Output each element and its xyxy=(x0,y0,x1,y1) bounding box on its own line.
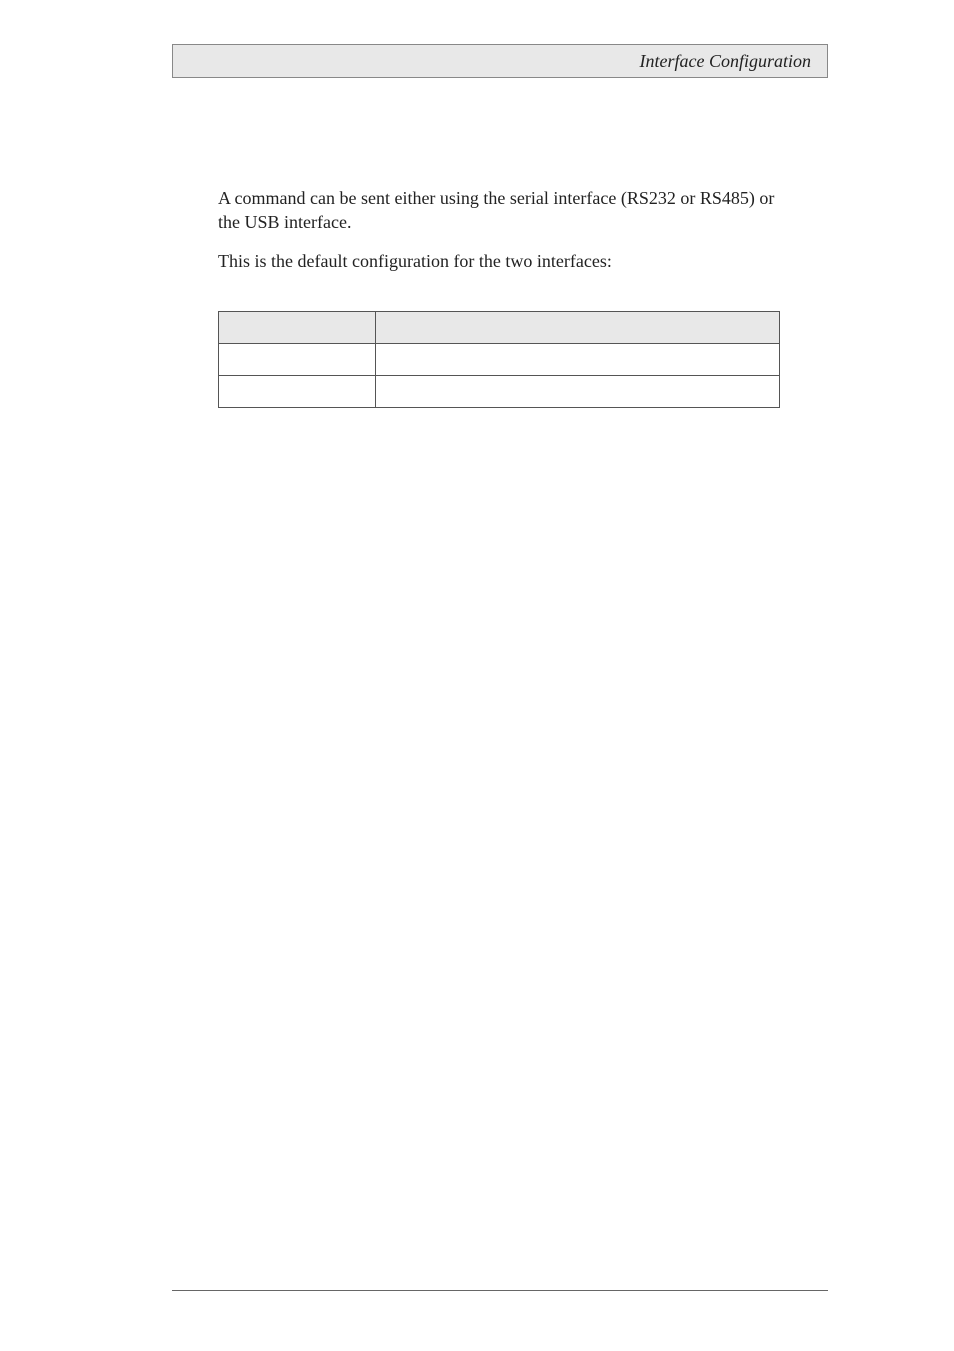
table-cell xyxy=(376,343,780,375)
config-table xyxy=(218,311,780,408)
paragraph-1: A command can be sent either using the s… xyxy=(218,186,780,235)
page-header-box: Interface Configuration xyxy=(172,44,828,78)
page-header-title: Interface Configuration xyxy=(640,51,811,72)
table-row xyxy=(219,343,780,375)
table-cell xyxy=(219,343,376,375)
table-cell xyxy=(219,375,376,407)
table-cell xyxy=(376,375,780,407)
table-row xyxy=(219,375,780,407)
table-header-cell xyxy=(376,311,780,343)
table-header-cell xyxy=(219,311,376,343)
paragraph-2: This is the default configuration for th… xyxy=(218,249,780,273)
table-header-row xyxy=(219,311,780,343)
footer-rule xyxy=(172,1290,828,1291)
page-content: A command can be sent either using the s… xyxy=(218,186,780,408)
config-table-wrap xyxy=(218,311,780,408)
